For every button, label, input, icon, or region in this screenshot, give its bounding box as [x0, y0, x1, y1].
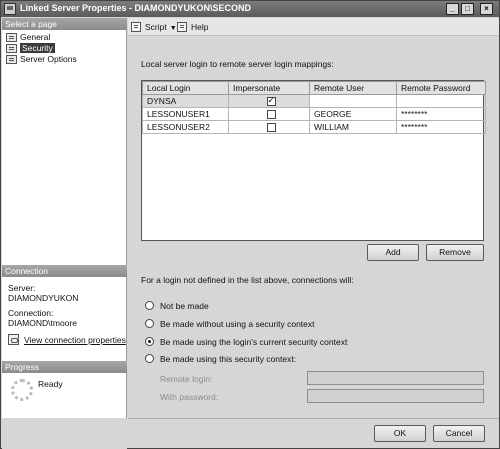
script-button[interactable]: Script ▼: [131, 21, 177, 33]
view-connection-properties-link[interactable]: View connection properties: [24, 335, 126, 345]
linked-server-properties-window: Linked Server Properties - DIAMONDYUKON\…: [0, 0, 500, 449]
column-header-impersonate[interactable]: Impersonate: [228, 81, 310, 95]
help-label: Help: [191, 22, 209, 32]
remote-password-cell[interactable]: ********: [396, 107, 486, 121]
progress-status: Ready: [38, 379, 63, 389]
impersonate-cell[interactable]: [228, 120, 310, 134]
local-login-cell[interactable]: LESSONUSER2: [142, 120, 229, 134]
radio-label[interactable]: Be made using this security context:: [160, 354, 296, 364]
help-icon: [177, 22, 187, 32]
table-row[interactable]: LESSONUSER2 WILLIAM ********: [142, 120, 486, 134]
page-item-label: Server Options: [20, 54, 77, 64]
impersonate-checkbox[interactable]: [266, 109, 276, 119]
help-button[interactable]: Help: [177, 21, 208, 33]
page-item-label: General: [20, 32, 51, 42]
connection-label: Connection:: [8, 308, 54, 318]
remote-user-cell[interactable]: GEORGE: [309, 107, 397, 121]
server-value: DIAMONDYUKON: [8, 293, 79, 303]
remote-user-cell[interactable]: [309, 94, 397, 108]
remote-user-cell[interactable]: WILLIAM: [309, 120, 397, 134]
column-header-local-login[interactable]: Local Login: [142, 81, 229, 95]
page-item-general[interactable]: General: [6, 32, 50, 43]
impersonate-checkbox[interactable]: [266, 96, 276, 106]
maximize-button[interactable]: □: [461, 3, 474, 15]
window-title: Linked Server Properties - DIAMONDYUKON\…: [20, 3, 252, 13]
title-bar[interactable]: Linked Server Properties - DIAMONDYUKON\…: [1, 1, 499, 17]
radio-label[interactable]: Be made using the login's current securi…: [160, 337, 347, 347]
remote-login-label: Remote login:: [160, 374, 213, 384]
ok-button[interactable]: OK: [374, 425, 426, 442]
page-item-label: Security: [20, 43, 55, 53]
server-label: Server:: [8, 283, 36, 293]
password-field[interactable]: [307, 389, 484, 403]
local-login-cell[interactable]: DYNSA: [142, 94, 229, 108]
not-defined-caption: For a login not defined in the list abov…: [141, 275, 354, 285]
remote-login-field[interactable]: [307, 371, 484, 385]
select-page-header: Select a page: [2, 18, 127, 30]
app-icon: [4, 3, 16, 15]
impersonate-cell[interactable]: [228, 94, 310, 108]
radio-label[interactable]: Not be made: [160, 301, 209, 311]
remote-password-cell[interactable]: [396, 94, 486, 108]
page-item-server-options[interactable]: Server Options: [6, 54, 77, 65]
local-login-cell[interactable]: LESSONUSER1: [142, 107, 229, 121]
impersonate-checkbox[interactable]: [266, 122, 276, 132]
mappings-caption: Local server login to remote server logi…: [141, 59, 334, 69]
cancel-button[interactable]: Cancel: [433, 425, 485, 442]
add-button[interactable]: Add: [367, 244, 419, 261]
toolbar: Script ▼ Help: [128, 18, 499, 36]
footer-divider: [128, 418, 499, 419]
connection-header: Connection: [2, 265, 127, 277]
radio-current-security-context[interactable]: [145, 337, 154, 346]
connection-value: DIAMOND\tmoore: [8, 318, 77, 328]
page-item-security[interactable]: Security: [6, 43, 55, 54]
remove-button[interactable]: Remove: [426, 244, 484, 261]
radio-this-security-context[interactable]: [145, 354, 154, 363]
connection-properties-icon: [8, 334, 19, 345]
script-icon: [131, 22, 141, 32]
password-label: With password:: [160, 392, 219, 402]
radio-label[interactable]: Be made without using a security context: [160, 319, 315, 329]
minimize-button[interactable]: _: [446, 3, 459, 15]
table-row[interactable]: DYNSA: [142, 94, 486, 108]
column-header-remote-user[interactable]: Remote User: [309, 81, 397, 95]
login-mappings-grid[interactable]: Local Login Impersonate Remote User Remo…: [141, 80, 486, 241]
chevron-down-icon[interactable]: ▼: [170, 23, 177, 35]
page-icon: [6, 33, 17, 42]
progress-spinner-icon: [11, 379, 33, 401]
impersonate-cell[interactable]: [228, 107, 310, 121]
column-header-remote-password[interactable]: Remote Password: [396, 81, 486, 95]
progress-header: Progress: [2, 361, 127, 373]
table-row[interactable]: LESSONUSER1 GEORGE ********: [142, 107, 486, 121]
grid-header-row: Local Login Impersonate Remote User Remo…: [142, 81, 486, 95]
page-icon: [6, 55, 17, 64]
radio-not-be-made[interactable]: [145, 301, 154, 310]
close-button[interactable]: ×: [480, 3, 493, 15]
page-icon: [6, 44, 17, 53]
left-pane: Select a page General Security Server Op…: [2, 18, 127, 418]
script-label: Script: [145, 22, 167, 32]
left-bottom-panel: [2, 418, 127, 449]
radio-without-security-context[interactable]: [145, 319, 154, 328]
remote-password-cell[interactable]: ********: [396, 120, 486, 134]
